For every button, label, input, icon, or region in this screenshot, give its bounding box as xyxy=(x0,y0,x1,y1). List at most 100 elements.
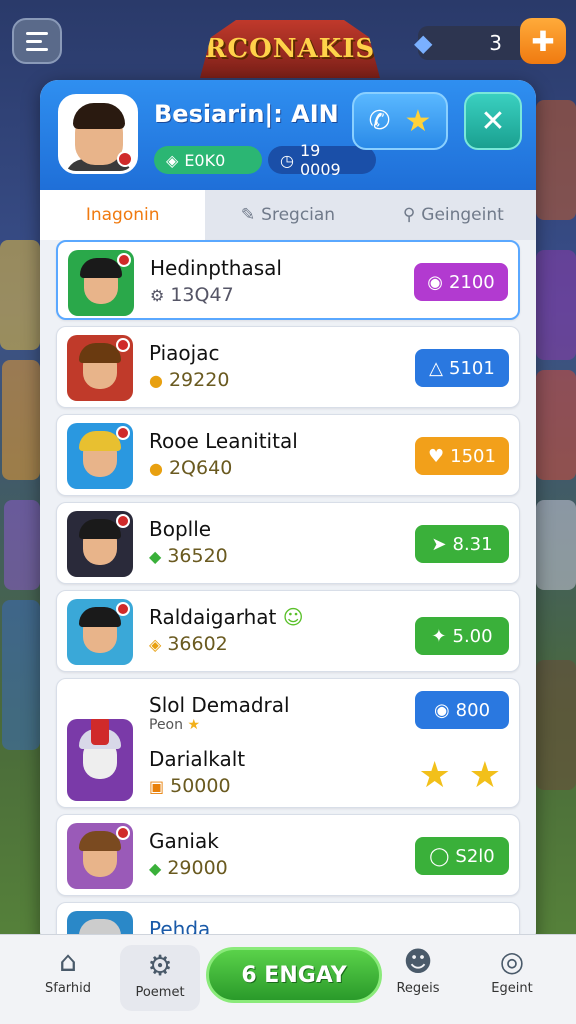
list-item[interactable]: Piaojac ● 29220 △ 5101 xyxy=(56,326,520,408)
star-icon: ★ xyxy=(418,755,451,796)
row-score: ● 2Q640 xyxy=(149,457,232,479)
list-item[interactable]: Raldaigarhat ☺ ◈ 36602 ✦ 5.00 xyxy=(56,590,520,672)
row-score: ◆ 36520 xyxy=(149,545,228,567)
row-score: ◆ 29000 xyxy=(149,857,228,879)
nav-item-camera[interactable]: ◎ Egeint xyxy=(472,945,552,996)
potion-icon: ◉ xyxy=(427,271,443,293)
bg-character-right-5 xyxy=(536,660,576,790)
close-button[interactable]: ✕ xyxy=(464,92,522,150)
top-bar: RCONAKIS ◆ 3 ✚ xyxy=(0,0,576,80)
close-icon: ✕ xyxy=(480,103,506,139)
nav-label: Sfarhid xyxy=(44,981,91,996)
list-item[interactable]: Ganiak ◆ 29000 ◯ S2l0 xyxy=(56,814,520,896)
stat-pill-green: ◈ E0K0 xyxy=(154,146,262,174)
row-score-value: 36602 xyxy=(167,633,228,655)
row-action-button[interactable]: ◯ S2l0 xyxy=(415,837,509,875)
menu-line-icon xyxy=(26,47,48,51)
row-score: ▣ 50000 xyxy=(149,775,231,797)
player-name: Besiarin|: AIN xyxy=(154,100,339,128)
heart-icon: ♥ xyxy=(428,445,445,467)
row-action-label: 2100 xyxy=(448,271,495,293)
row-action-button[interactable]: △ 5101 xyxy=(415,349,509,387)
list-item[interactable]: Boplle ◆ 36520 ➤ 8.31 xyxy=(56,502,520,584)
bg-character-right-1 xyxy=(536,100,576,220)
gear-icon: ⚙ xyxy=(150,285,165,305)
gem-icon: ◆ xyxy=(149,858,162,878)
row-avatar xyxy=(67,719,133,801)
coin-icon: ● xyxy=(149,370,163,390)
game-logo: RCONAKIS xyxy=(200,20,380,78)
smiley-icon: ☺ xyxy=(282,605,304,629)
row-avatar xyxy=(67,823,133,889)
phone-icon: ✆ xyxy=(368,106,391,136)
profile-avatar[interactable] xyxy=(58,94,138,174)
tab-geingeint[interactable]: ⚲ Geingeint xyxy=(371,190,536,240)
list-item[interactable]: Hedinpthasal ⚙ 13Q47 ◉ 2100 xyxy=(56,240,520,320)
bg-character-left-2 xyxy=(2,360,40,480)
camera-icon: ◎ xyxy=(499,945,525,978)
star-icon: ★ xyxy=(468,755,501,796)
tab-label: Inagonin xyxy=(85,205,160,225)
search-icon: ⚲ xyxy=(402,205,416,225)
row-score: ● 29220 xyxy=(149,369,229,391)
menu-line-icon xyxy=(26,31,48,35)
nav-label: Poemet xyxy=(135,985,185,1000)
row-name: Rooe Leanitital xyxy=(149,429,298,453)
row-action-button[interactable]: ➤ 8.31 xyxy=(415,525,509,563)
nav-item-home[interactable]: ⌂ Sfarhid xyxy=(28,945,108,996)
pen-icon: ✎ xyxy=(240,205,256,225)
plus-icon: ✚ xyxy=(531,24,555,58)
row-name: Boplle xyxy=(149,517,212,541)
arrow-icon: ➤ xyxy=(431,533,447,555)
row-avatar xyxy=(67,511,133,577)
add-currency-button[interactable]: ✚ xyxy=(520,18,566,64)
menu-line-icon xyxy=(26,39,42,43)
gear-icon: ⚙ xyxy=(147,949,173,982)
shield-icon: ◈ xyxy=(149,634,162,654)
row-name: Slol Demadral xyxy=(149,693,290,717)
row-action-button[interactable]: ◉ 2100 xyxy=(414,263,508,301)
call-button[interactable]: ✆ ★ xyxy=(352,92,448,150)
tab-sregcian[interactable]: ✎ Sregcian xyxy=(205,190,370,240)
helmet-crest xyxy=(91,719,109,745)
row-action-button[interactable]: ✦ 5.00 xyxy=(415,617,509,655)
row-score-value: 29000 xyxy=(167,857,228,879)
row-score-value: 2Q640 xyxy=(168,457,233,479)
list-item[interactable]: Rooe Leanitital ● 2Q640 ♥ 1501 xyxy=(56,414,520,496)
potion-icon: ◉ xyxy=(433,699,450,721)
chest-icon: ▣ xyxy=(149,776,165,796)
row-action-button[interactable]: ♥ 1501 xyxy=(415,437,509,475)
tab-label: Geingeint xyxy=(421,205,504,225)
home-icon: ⌂ xyxy=(59,945,77,978)
row-action-label: 5.00 xyxy=(452,625,493,647)
gem-icon: ◆ xyxy=(414,29,433,57)
friends-panel: Besiarin|: AIN ◈ E0K0 ◷ 19 0009 ✆ ★ ✕ In… xyxy=(40,80,536,950)
stat-b-value: 19 0009 xyxy=(299,141,341,179)
list-item[interactable]: Slol Demadral Peon ★ Darialkalt ▣ 50000 … xyxy=(56,678,520,808)
tab-inagonin[interactable]: Inagonin xyxy=(40,190,206,240)
nav-item-settings[interactable]: ⚙ Poemet xyxy=(120,945,200,1011)
menu-button[interactable] xyxy=(12,18,62,64)
row-name-text: Raldaigarhat xyxy=(149,605,277,629)
bg-character-left-4 xyxy=(2,600,40,750)
nav-item-profile[interactable]: ☻ Regeis xyxy=(378,945,458,996)
shield-icon: ◈ xyxy=(166,150,179,170)
tab-label: Sregcian xyxy=(261,205,336,225)
panel-header: Besiarin|: AIN ◈ E0K0 ◷ 19 0009 ✆ ★ ✕ xyxy=(40,80,536,190)
row-avatar xyxy=(68,250,134,316)
row-name: Hedinpthasal xyxy=(150,256,282,280)
row-name-secondary: Darialkalt xyxy=(149,747,246,771)
currency-display: ◆ 3 xyxy=(414,26,528,60)
stat-pill-blue: ◷ 19 0009 xyxy=(268,141,376,179)
row-name: Piaojac xyxy=(149,341,220,365)
avatar-hair xyxy=(73,103,125,129)
row-avatar xyxy=(67,599,133,665)
row-action-button[interactable]: ◉ 800 xyxy=(415,691,509,729)
row-name: Ganiak xyxy=(149,829,219,853)
stat-a-value: E0K0 xyxy=(184,150,226,170)
row-subtitle: Peon ★ xyxy=(149,717,200,733)
play-button[interactable]: 6 ENGAY xyxy=(206,947,382,1003)
tab-bar: Inagonin ✎ Sregcian ⚲ Geingeint xyxy=(40,190,536,240)
row-score-value: 13Q47 xyxy=(170,284,234,306)
row-action-label: S2l0 xyxy=(455,845,495,867)
